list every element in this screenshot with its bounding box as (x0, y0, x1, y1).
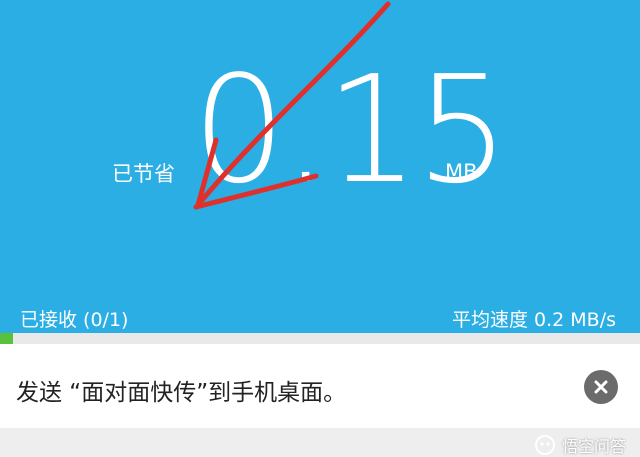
saved-unit: MB (445, 160, 478, 184)
close-tip-button[interactable] (584, 370, 618, 404)
saved-label: 已节省 (112, 162, 175, 186)
transfer-progress-bar (0, 333, 640, 344)
watermark: 悟空问答 (534, 433, 626, 457)
saved-value: 0.15 (192, 44, 510, 216)
watermark-text: 悟空问答 (561, 437, 626, 456)
wukong-logo-icon (534, 435, 555, 455)
received-count: 已接收 (0/1) (20, 309, 129, 331)
average-speed: 平均速度 0.2 MB/s (451, 309, 616, 331)
transfer-progress-fill (0, 333, 13, 344)
shortcut-tip-row[interactable]: 发送 “面对面快传”到手机桌面。 (0, 344, 640, 428)
savings-panel: 已节省 0.15 MB 已接收 (0/1) 平均速度 0.2 MB/s (0, 0, 640, 333)
shortcut-tip-text: 发送 “面对面快传”到手机桌面。 (16, 380, 347, 406)
close-icon (594, 380, 608, 394)
